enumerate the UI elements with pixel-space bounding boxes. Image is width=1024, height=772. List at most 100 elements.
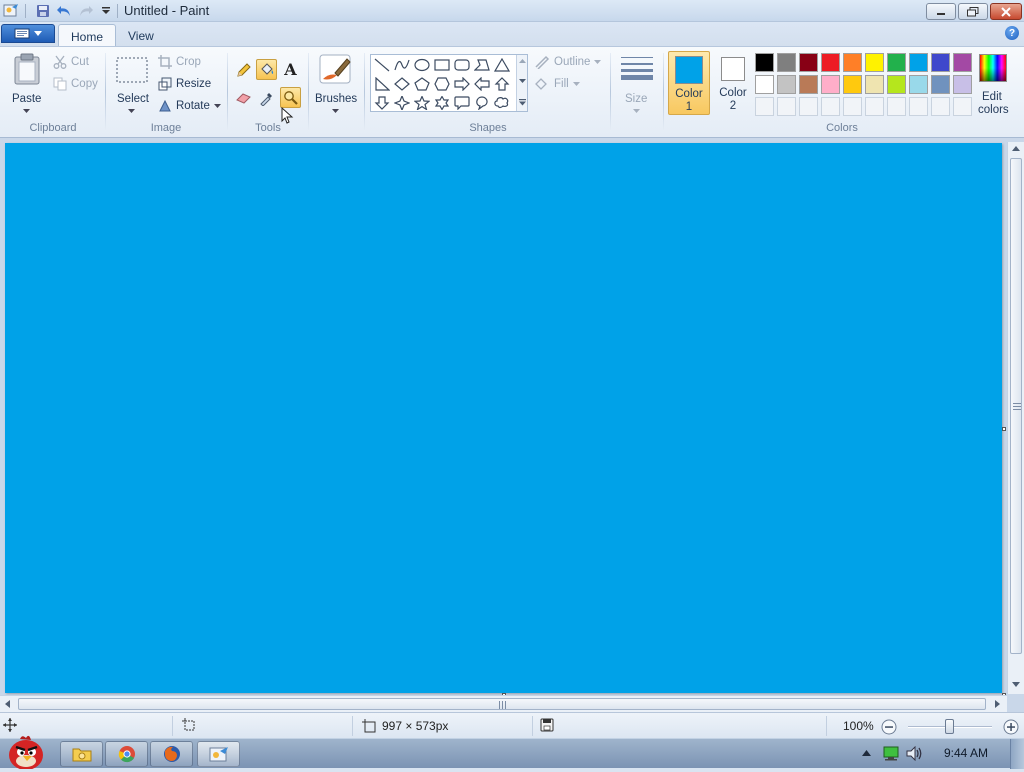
palette-swatch[interactable] (843, 53, 862, 72)
palette-swatch[interactable] (953, 75, 972, 94)
palette-swatch[interactable] (821, 53, 840, 72)
palette-swatch[interactable] (909, 75, 928, 94)
right-triangle-shape[interactable] (372, 74, 392, 93)
rotate-button[interactable]: Rotate (158, 97, 221, 115)
horizontal-scroll-thumb[interactable] (18, 698, 986, 710)
taskbar-firefox-button[interactable] (150, 741, 193, 767)
scroll-right-icon[interactable] (995, 700, 1000, 708)
palette-swatch[interactable] (931, 75, 950, 94)
four-point-star-shape[interactable] (392, 93, 412, 112)
custom-color-slot[interactable] (887, 97, 906, 116)
custom-color-slot[interactable] (865, 97, 884, 116)
fill-tool[interactable] (256, 59, 277, 80)
restore-button[interactable] (958, 3, 988, 20)
save-icon[interactable] (35, 3, 51, 19)
palette-swatch[interactable] (887, 75, 906, 94)
custom-color-slot[interactable] (821, 97, 840, 116)
eraser-tool[interactable] (233, 87, 254, 108)
customize-qat-icon[interactable] (98, 3, 114, 19)
six-point-star-shape[interactable] (432, 93, 452, 112)
hexagon-shape[interactable] (432, 74, 452, 93)
taskbar-explorer-button[interactable] (60, 741, 103, 767)
select-button[interactable]: Select (113, 51, 151, 113)
custom-color-slot[interactable] (777, 97, 796, 116)
zoom-out-button[interactable] (881, 719, 897, 738)
zoom-slider-thumb[interactable] (945, 719, 954, 734)
palette-swatch[interactable] (909, 53, 928, 72)
canvas-resize-handle-right[interactable] (1002, 427, 1006, 431)
right-arrow-shape[interactable] (452, 74, 472, 93)
five-point-star-shape[interactable] (412, 93, 432, 112)
custom-color-slot[interactable] (799, 97, 818, 116)
taskbar-clock[interactable]: 9:44 AM (944, 746, 988, 760)
taskbar-chrome-button[interactable] (105, 741, 148, 767)
oval-callout-shape[interactable] (472, 93, 492, 112)
custom-color-slot[interactable] (953, 97, 972, 116)
text-tool[interactable]: A (280, 59, 301, 80)
cloud-callout-shape[interactable] (492, 93, 512, 112)
tab-home[interactable]: Home (58, 24, 117, 46)
paste-button[interactable]: Paste (8, 51, 46, 113)
vertical-scrollbar[interactable] (1007, 142, 1024, 694)
help-icon[interactable]: ? (1005, 26, 1019, 40)
fill-button[interactable]: Fill (534, 75, 580, 93)
scroll-left-icon[interactable] (5, 700, 10, 708)
pencil-tool[interactable] (233, 59, 254, 80)
color2-button[interactable]: Color 2 (712, 51, 754, 115)
outline-button[interactable]: Outline (534, 53, 602, 71)
crop-button[interactable]: Crop (158, 53, 201, 71)
palette-swatch[interactable] (799, 53, 818, 72)
vertical-scroll-thumb[interactable] (1010, 158, 1022, 654)
palette-swatch[interactable] (843, 75, 862, 94)
palette-swatch[interactable] (931, 53, 950, 72)
palette-swatch[interactable] (865, 75, 884, 94)
show-hidden-icons-icon[interactable] (862, 750, 871, 756)
palette-swatch[interactable] (799, 75, 818, 94)
left-arrow-shape[interactable] (472, 74, 492, 93)
taskbar-paint-button[interactable] (197, 741, 240, 767)
line-shape[interactable] (372, 55, 392, 74)
brushes-button[interactable]: Brushes (313, 51, 359, 113)
paint-app-icon[interactable] (3, 3, 19, 19)
rounded-rectangle-shape[interactable] (452, 55, 472, 74)
custom-color-slot[interactable] (843, 97, 862, 116)
diamond-shape[interactable] (392, 74, 412, 93)
palette-swatch[interactable] (777, 75, 796, 94)
undo-icon[interactable] (56, 3, 72, 19)
application-menu-button[interactable] (1, 24, 55, 43)
volume-icon[interactable] (906, 746, 924, 761)
network-icon[interactable] (882, 746, 900, 761)
oval-shape[interactable] (412, 55, 432, 74)
zoom-in-button[interactable] (1003, 719, 1019, 738)
start-button[interactable] (4, 733, 50, 770)
size-button[interactable]: Size (616, 51, 658, 113)
down-arrow-shape[interactable] (372, 93, 392, 112)
show-desktop-button[interactable] (1010, 739, 1024, 769)
close-button[interactable] (990, 3, 1022, 20)
palette-swatch[interactable] (865, 53, 884, 72)
color1-button[interactable]: Color 1 (668, 51, 710, 115)
shapes-gallery-scroll[interactable] (516, 55, 527, 111)
scroll-up-icon[interactable] (1012, 146, 1020, 151)
magnifier-tool[interactable] (280, 87, 301, 108)
copy-button[interactable]: Copy (53, 75, 98, 93)
color-picker-tool[interactable] (256, 87, 277, 108)
palette-swatch[interactable] (777, 53, 796, 72)
horizontal-scrollbar[interactable] (0, 695, 1007, 712)
up-arrow-shape[interactable] (492, 74, 512, 93)
minimize-button[interactable] (926, 3, 956, 20)
drawing-canvas[interactable] (5, 143, 1002, 693)
rectangle-shape[interactable] (432, 55, 452, 74)
redo-icon[interactable] (78, 3, 94, 19)
edit-colors-button[interactable]: Edit colors (974, 51, 1014, 116)
custom-color-slot[interactable] (909, 97, 928, 116)
palette-swatch[interactable] (887, 53, 906, 72)
curve-shape[interactable] (392, 55, 412, 74)
resize-button[interactable]: Resize (158, 75, 211, 93)
custom-color-slot[interactable] (931, 97, 950, 116)
cut-button[interactable]: Cut (53, 53, 89, 71)
palette-swatch[interactable] (755, 53, 774, 72)
polygon-shape[interactable] (472, 55, 492, 74)
palette-swatch[interactable] (821, 75, 840, 94)
tab-view[interactable]: View (116, 24, 166, 46)
